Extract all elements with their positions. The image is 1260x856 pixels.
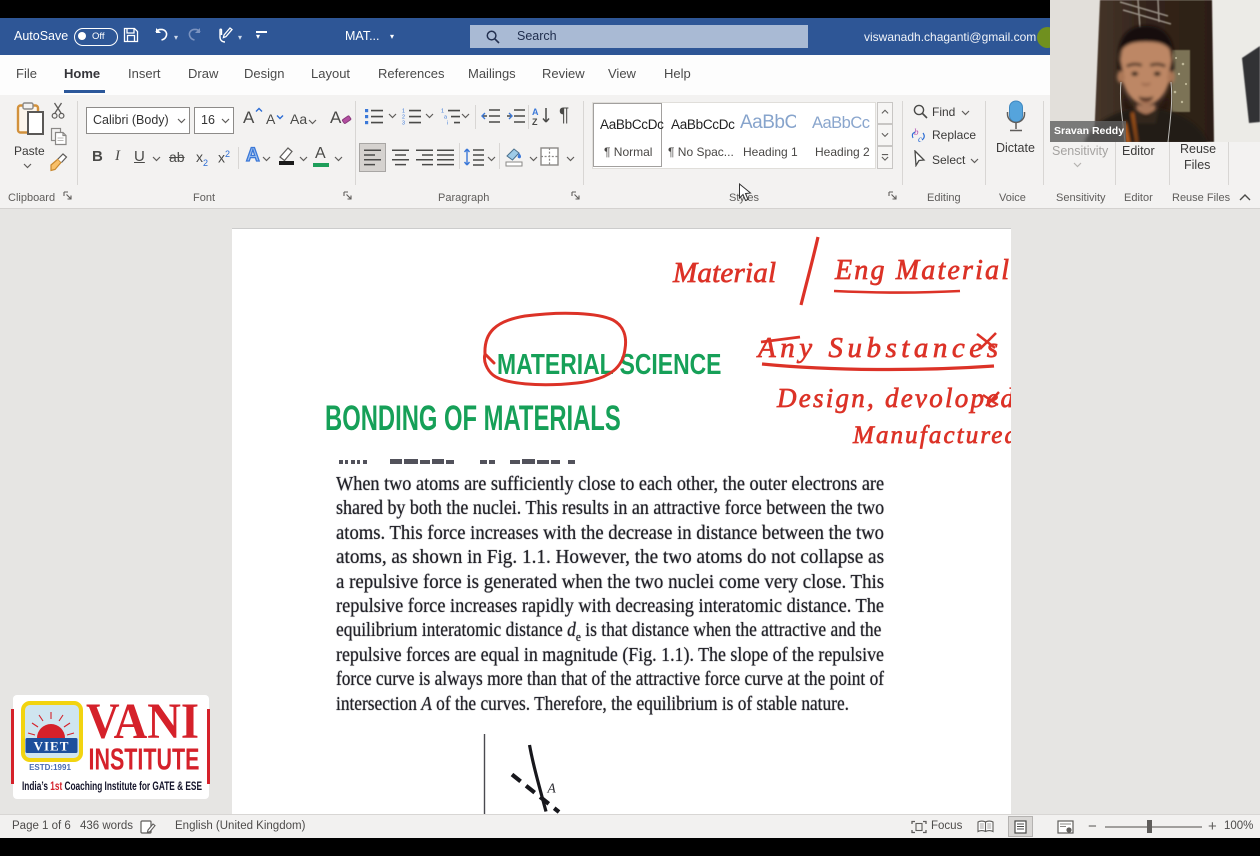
svg-text:c: c	[918, 134, 922, 144]
svg-text:Z: Z	[532, 117, 538, 126]
svg-text:i: i	[447, 121, 448, 125]
svg-text:Material: Material	[672, 257, 776, 289]
svg-text:Manufactured: Manufactured	[852, 422, 1011, 449]
svg-text:India’s 1st Coaching Institute: India’s 1st Coaching Institute for GATE …	[22, 779, 202, 793]
svg-text:Eng Material: Eng Material	[834, 255, 1009, 286]
svg-text:ESTD:1991: ESTD:1991	[29, 763, 71, 772]
svg-text:INSTITUTE: INSTITUTE	[89, 742, 200, 777]
svg-text:A: A	[532, 107, 539, 117]
svg-text:3: 3	[402, 121, 405, 125]
svg-text:Design, devoloped: Design, devoloped	[776, 383, 1011, 413]
svg-text:VIET: VIET	[34, 739, 70, 754]
